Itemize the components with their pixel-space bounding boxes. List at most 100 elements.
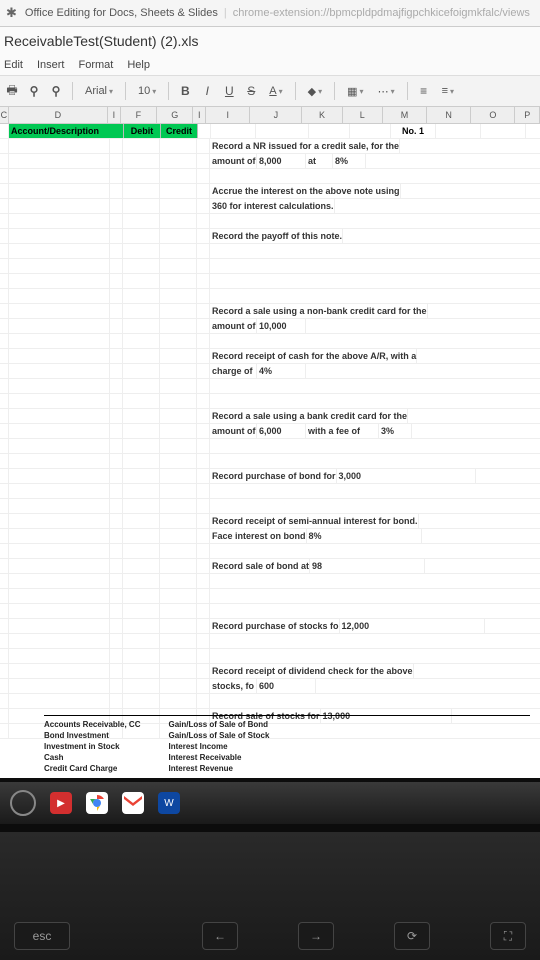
text-cell: Accrue the interest on the above note us… (210, 184, 401, 198)
italic-button[interactable]: I (199, 83, 215, 99)
table-row (0, 274, 540, 289)
launcher-icon[interactable] (10, 790, 36, 816)
table-row: Record receipt of cash for the above A/R… (0, 349, 540, 364)
text-cell: Record purchase of bond for (210, 469, 337, 483)
sheet-header-row: Account/Description Debit Credit No. 1 (0, 124, 540, 139)
menu-help[interactable]: Help (127, 59, 150, 71)
borders-button[interactable]: ▦▾ (343, 83, 367, 100)
table-row: Record receipt of semi-annual interest f… (0, 514, 540, 529)
extension-name: Office Editing for Docs, Sheets & Slides (25, 7, 218, 19)
table-row (0, 634, 540, 649)
separator: | (224, 7, 227, 19)
table-row (0, 574, 540, 589)
fullscreen-key: ⛶ (490, 922, 526, 950)
menu-bar: Edit Insert Format Help (0, 55, 540, 75)
youtube-icon[interactable]: ▶ (50, 792, 72, 814)
table-row: Face interest on bond8% (0, 529, 540, 544)
fill-color-button[interactable]: ◆▾ (304, 83, 326, 100)
font-name: Arial (85, 85, 107, 97)
col-M[interactable]: M (383, 107, 427, 123)
url-text: chrome-extension://bpmcpldpdmajfigpchkic… (233, 7, 530, 19)
spreadsheet-area[interactable]: C D I F G I I J K L M N O P Account/Desc… (0, 107, 540, 778)
merge-button[interactable]: ⋯▾ (374, 83, 399, 100)
strikethrough-button[interactable]: S (243, 83, 259, 99)
col-I2[interactable]: I (193, 107, 206, 123)
document-filename: ReceivableTest(Student) (2).xls (4, 33, 199, 49)
no-1: No. 1 (391, 124, 436, 138)
chevron-down-icon: ▾ (109, 87, 113, 96)
zoom-in-icon[interactable]: ⚲ (26, 83, 42, 99)
menu-insert[interactable]: Insert (37, 59, 65, 71)
chromeos-shelf: ▶ W (0, 782, 540, 824)
text-cell: 3,000 (337, 469, 476, 483)
col-O[interactable]: O (471, 107, 515, 123)
text-cell: Record receipt of dividend check for the… (210, 664, 414, 678)
grid[interactable]: Account/Description Debit Credit No. 1 R… (0, 124, 540, 778)
text-cell: 600 (257, 679, 316, 693)
table-row (0, 454, 540, 469)
table-row (0, 439, 540, 454)
table-row: Record sale of bond at98 (0, 559, 540, 574)
text-cell: 8,000 (257, 154, 306, 168)
text-cell: amount of (210, 154, 257, 168)
document-title-bar: ReceivableTest(Student) (2).xls (0, 27, 540, 55)
col-G[interactable]: G (157, 107, 193, 123)
table-row (0, 214, 540, 229)
table-row: Record receipt of dividend check for the… (0, 664, 540, 679)
table-row: Record a NR issued for a credit sale, fo… (0, 139, 540, 154)
table-row (0, 694, 540, 709)
col-P[interactable]: P (515, 107, 540, 123)
col-C[interactable]: C (0, 107, 9, 123)
text-cell: 360 for interest calculations. (210, 199, 335, 213)
col-J[interactable]: J (250, 107, 302, 123)
text-cell: with a fee of (306, 424, 379, 438)
browser-tab-bar: ✱ Office Editing for Docs, Sheets & Slid… (0, 0, 540, 27)
menu-format[interactable]: Format (78, 59, 113, 71)
table-row (0, 244, 540, 259)
align-1-button[interactable]: ≡ (416, 83, 432, 99)
table-row: Accrue the interest on the above note us… (0, 184, 540, 199)
print-icon[interactable]: 🖶 (4, 83, 20, 99)
col-L[interactable]: L (343, 107, 383, 123)
table-row (0, 484, 540, 499)
font-size-select[interactable]: 10 ▾ (134, 83, 160, 99)
text-cell: 8% (333, 154, 366, 168)
table-row: Record the payoff of this note. (0, 229, 540, 244)
table-row: amount of8,000at8% (0, 154, 540, 169)
text-cell: Face interest on bond (210, 529, 307, 543)
chrome-icon[interactable] (86, 792, 108, 814)
col-F[interactable]: F (121, 107, 157, 123)
table-row: Record purchase of stocks fo12,000 (0, 619, 540, 634)
text-cell: Record purchase of stocks fo (210, 619, 340, 633)
align-2-button[interactable]: ≡▾ (438, 83, 458, 99)
esc-key: esc (14, 922, 70, 950)
underline-button[interactable]: U (221, 83, 237, 99)
table-row (0, 394, 540, 409)
col-K[interactable]: K (302, 107, 342, 123)
hdr-debit: Debit (124, 124, 161, 138)
forward-key: → (298, 922, 334, 950)
table-row (0, 589, 540, 604)
col-D[interactable]: D (9, 107, 108, 123)
gmail-icon[interactable] (122, 792, 144, 814)
text-cell: 98 (310, 559, 425, 573)
text-cell: at (306, 154, 333, 168)
menu-edit[interactable]: Edit (4, 59, 23, 71)
text-cell: amount of (210, 424, 257, 438)
zoom-out-icon[interactable]: ⚲ (48, 83, 64, 99)
table-row: charge of4% (0, 364, 540, 379)
text-cell: 8% (307, 529, 422, 543)
text-color-button[interactable]: A▾ (265, 83, 286, 99)
font-select[interactable]: Arial ▾ (81, 83, 117, 99)
text-cell: 12,000 (340, 619, 485, 633)
col-I3[interactable]: I (206, 107, 250, 123)
word-icon[interactable]: W (158, 792, 180, 814)
col-N[interactable]: N (427, 107, 471, 123)
bold-button[interactable]: B (177, 83, 193, 99)
toolbar: 🖶 ⚲ ⚲ Arial ▾ 10 ▾ B I U S A▾ ◆▾ ▦▾ ⋯▾ (0, 75, 540, 107)
text-cell: amount of (210, 319, 257, 333)
text-cell: 6,000 (257, 424, 306, 438)
table-row: 360 for interest calculations. (0, 199, 540, 214)
col-I[interactable]: I (108, 107, 121, 123)
column-header-row: C D I F G I I J K L M N O P (0, 107, 540, 124)
